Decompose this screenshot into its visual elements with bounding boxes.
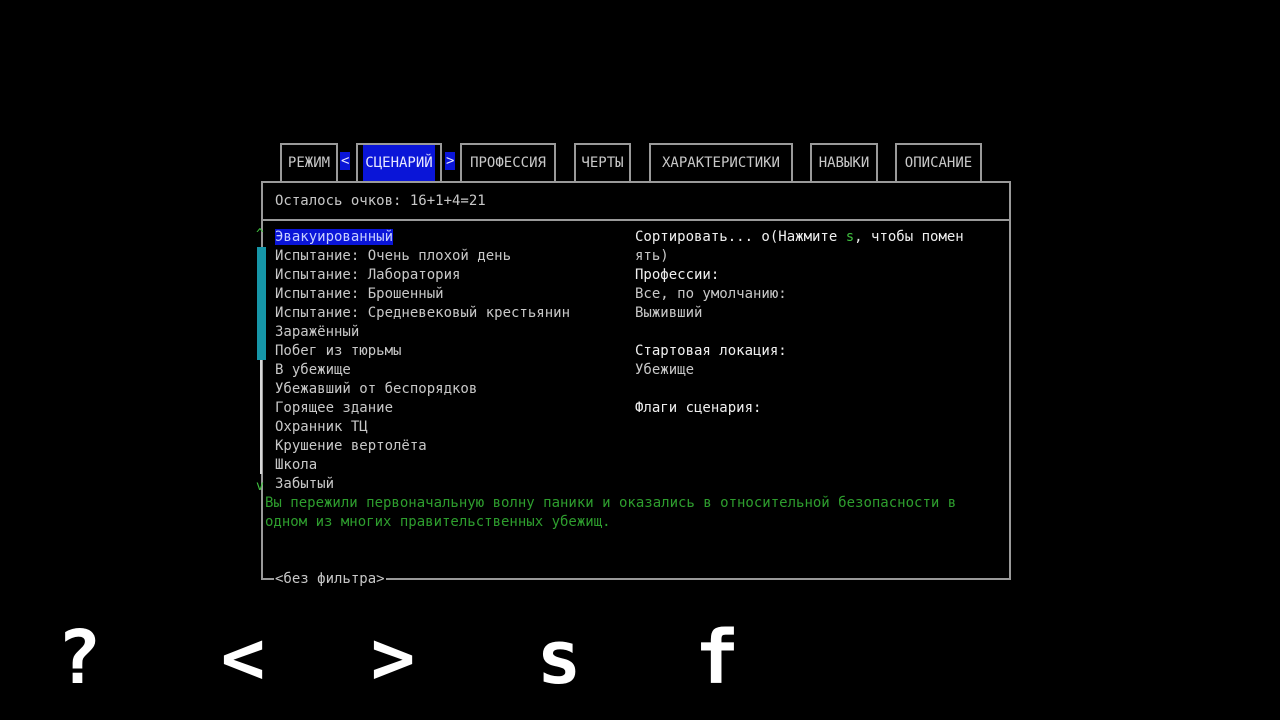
list-item-label: Горящее здание [275, 400, 394, 416]
scroll-up-indicator[interactable]: ^ [256, 228, 264, 241]
tab-scenario-label: СЦЕНАРИЙ [363, 145, 435, 181]
list-item[interactable]: Охранник ТЦ [275, 418, 570, 437]
start-location-value: Убежище [635, 362, 695, 378]
tab-traits[interactable]: ЧЕРТЫ [574, 143, 631, 181]
tab-next-arrow[interactable]: > [445, 152, 456, 170]
list-item-label: Испытание: Брошенный [275, 286, 444, 302]
list-item-label: Охранник ТЦ [275, 419, 368, 435]
sort-hint-wrap: ять) [635, 248, 669, 264]
filter-label[interactable]: <без фильтра> [274, 570, 386, 588]
tab-traits-label: ЧЕРТЫ [581, 155, 624, 171]
list-item-label: Заражённый [275, 324, 360, 340]
list-item-label: Испытание: Очень плохой день [275, 248, 512, 264]
professions-label: Профессии: [635, 267, 720, 283]
sort-hint-key: s [845, 229, 855, 245]
tab-skills[interactable]: НАВЫКИ [810, 143, 878, 181]
scrollbar-thumb[interactable] [257, 247, 266, 360]
tab-scenario[interactable]: СЦЕНАРИЙ [356, 143, 442, 181]
tab-skills-label: НАВЫКИ [818, 155, 870, 171]
list-item[interactable]: Эвакуированный [275, 228, 570, 247]
tab-prev-arrow[interactable]: < [340, 152, 351, 170]
tab-stats-label: ХАРАКТЕРИСТИКИ [661, 155, 780, 171]
list-item[interactable]: Заражённый [275, 323, 570, 342]
scrollbar-track[interactable] [260, 360, 262, 474]
list-item[interactable]: Испытание: Брошенный [275, 285, 570, 304]
list-item[interactable]: Убежавший от беспорядков [275, 380, 570, 399]
sort-hint-prefix: Сортировать... o(Нажмите [635, 229, 846, 245]
list-item-label: Эвакуированный [275, 229, 394, 245]
list-item[interactable]: Горящее здание [275, 399, 570, 418]
sort-hint: Сортировать... o(Нажмите s, чтобы помен [635, 228, 964, 247]
prev-tab-button[interactable]: < [198, 618, 288, 698]
list-item[interactable]: Испытание: Очень плохой день [275, 247, 570, 266]
list-item[interactable]: Школа [275, 456, 570, 475]
professions-value: Выживший [635, 305, 703, 321]
list-item-label: Испытание: Лаборатория [275, 267, 461, 283]
list-item[interactable]: Испытание: Лаборатория [275, 266, 570, 285]
start-location-label: Стартовая локация: [635, 343, 787, 359]
list-item-label: Забытый [275, 476, 335, 492]
professions-default: Все, по умолчанию: [635, 286, 787, 302]
list-item-label: Испытание: Средневековый крестьянин [275, 305, 571, 321]
list-item-label: Школа [275, 457, 318, 473]
list-item[interactable]: Испытание: Средневековый крестьянин [275, 304, 570, 323]
scroll-down-indicator[interactable]: v [256, 480, 264, 493]
panel-divider [263, 219, 1009, 221]
list-item-label: Убежавший от беспорядков [275, 381, 478, 397]
help-button[interactable]: ? [34, 618, 124, 698]
tab-mode-label: РЕЖИМ [287, 155, 331, 171]
scenario-list: Эвакуированный Испытание: Очень плохой д… [275, 228, 570, 494]
next-tab-button[interactable]: > [348, 618, 438, 698]
tab-description-label: ОПИСАНИЕ [904, 155, 973, 171]
tab-stats[interactable]: ХАРАКТЕРИСТИКИ [649, 143, 793, 181]
list-item[interactable]: Крушение вертолёта [275, 437, 570, 456]
list-item-label: Побег из тюрьмы [275, 343, 402, 359]
tab-profession[interactable]: ПРОФЕССИЯ [460, 143, 556, 181]
character-creation-screen: РЕЖИМ < СЦЕНАРИЙ > ПРОФЕССИЯ ЧЕРТЫ ХАРАК… [0, 0, 1280, 720]
list-item[interactable]: Побег из тюрьмы [275, 342, 570, 361]
list-item-label: В убежище [275, 362, 351, 378]
scenario-flags-label: Флаги сценария: [635, 400, 762, 416]
sort-hint-suffix: , чтобы помен [854, 229, 964, 245]
details-spacer [635, 323, 964, 342]
list-item[interactable]: Забытый [275, 475, 570, 494]
tab-profession-label: ПРОФЕССИЯ [470, 155, 546, 171]
tab-description[interactable]: ОПИСАНИЕ [895, 143, 982, 181]
scenario-details: Сортировать... o(Нажмите s, чтобы помен … [635, 228, 964, 418]
scenario-description: Вы пережили первоначальную волну паники … [265, 495, 957, 530]
tab-mode[interactable]: РЕЖИМ [280, 143, 338, 181]
details-spacer [635, 380, 964, 399]
filter-button[interactable]: f [672, 618, 762, 698]
points-remaining: Осталось очков: 16+1+4=21 [275, 193, 486, 209]
list-item-label: Крушение вертолёта [275, 438, 427, 454]
list-item[interactable]: В убежище [275, 361, 570, 380]
sort-button[interactable]: s [514, 618, 604, 698]
